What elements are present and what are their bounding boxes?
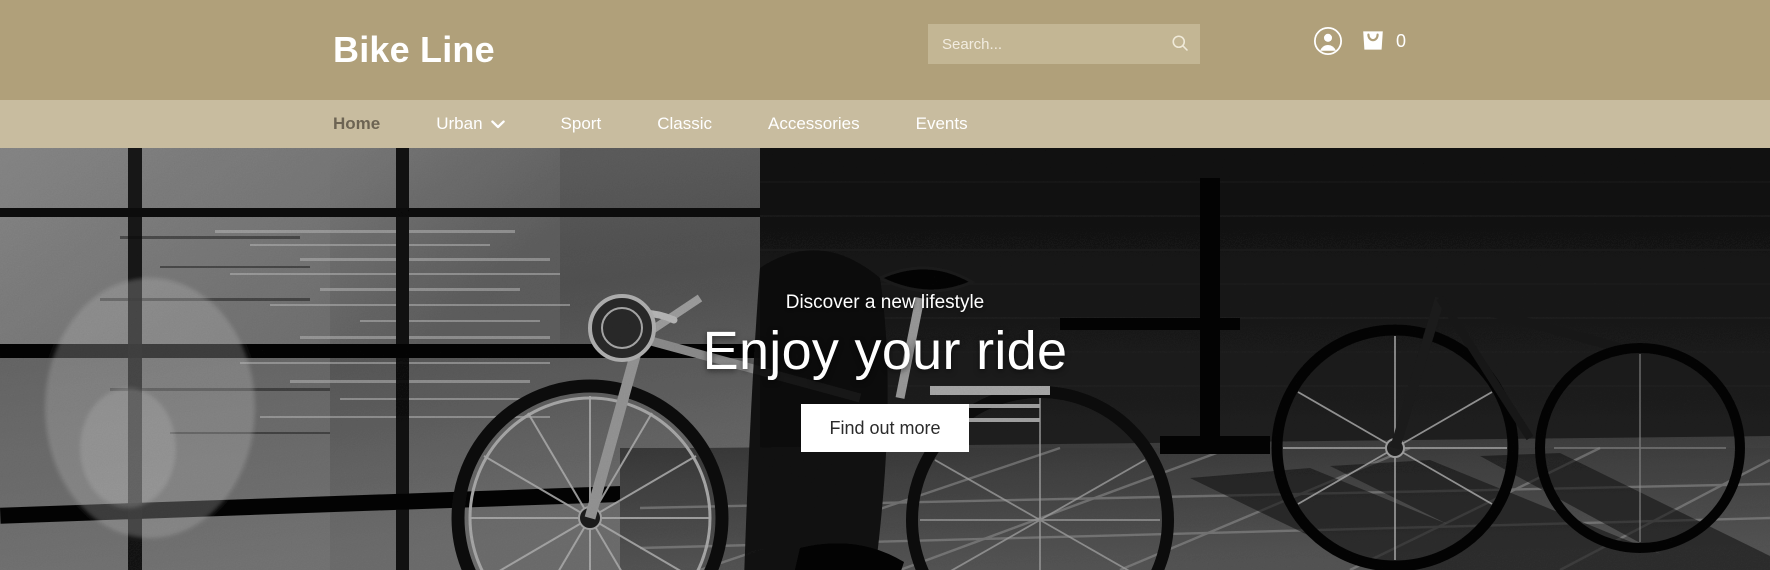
nav-item-classic[interactable]: Classic — [657, 114, 712, 134]
search-icon — [1170, 33, 1190, 56]
nav-item-home[interactable]: Home — [333, 114, 380, 134]
nav-label: Urban — [436, 114, 483, 133]
search-submit-button[interactable] — [1160, 24, 1200, 64]
brand-logo[interactable]: Bike Line — [333, 29, 495, 71]
account-button[interactable] — [1313, 26, 1343, 56]
nav-label: Events — [915, 114, 968, 133]
search-bar[interactable] — [928, 24, 1200, 64]
nav-label: Classic — [657, 114, 712, 133]
nav-label: Home — [333, 114, 381, 133]
hero-kicker: Discover a new lifestyle — [785, 292, 985, 313]
main-navigation: Home Urban Sport Classic Accessories Eve… — [0, 100, 1770, 148]
search-input[interactable] — [928, 24, 1160, 64]
hero-title: Enjoy your ride — [702, 321, 1068, 381]
hero-banner: Discover a new lifestyle Enjoy your ride… — [0, 148, 1770, 570]
nav-item-sport[interactable]: Sport — [561, 114, 602, 134]
nav-item-events[interactable]: Events — [916, 114, 968, 134]
chevron-down-icon — [490, 114, 505, 134]
nav-item-accessories[interactable]: Accessories — [768, 114, 860, 134]
nav-item-urban[interactable]: Urban — [436, 114, 505, 134]
site-header: Bike Line 0 — [0, 0, 1770, 100]
shopping-bag-icon — [1360, 24, 1386, 57]
cart-count: 0 — [1396, 30, 1407, 51]
find-out-more-button[interactable]: Find out more — [801, 404, 969, 452]
nav-label: Accessories — [767, 114, 860, 133]
nav-label: Sport — [560, 114, 602, 133]
nav-list: Home Urban Sport Classic Accessories Eve… — [333, 100, 1024, 148]
user-circle-icon — [1313, 26, 1343, 60]
cart-button[interactable]: 0 — [1360, 24, 1406, 57]
hero-content: Discover a new lifestyle Enjoy your ride… — [0, 148, 1770, 570]
